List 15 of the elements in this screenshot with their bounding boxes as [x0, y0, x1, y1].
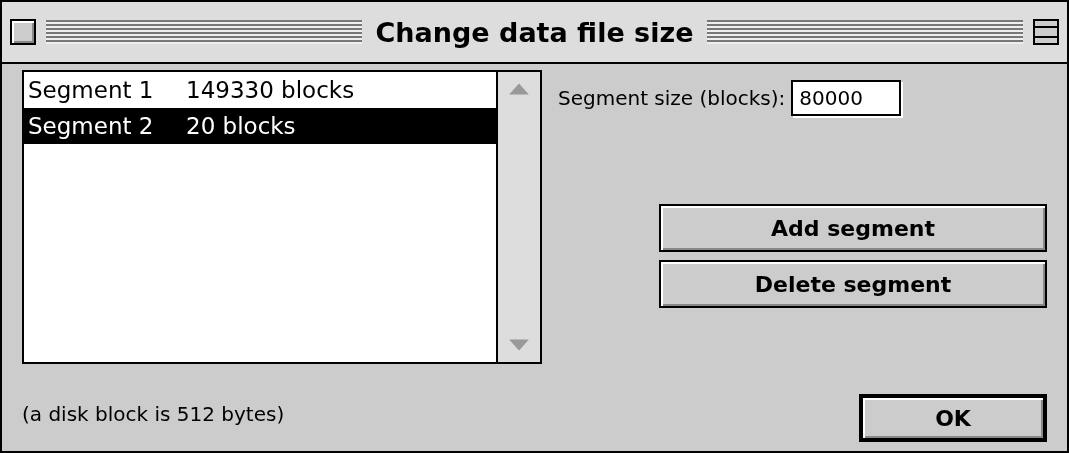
note-text: (a disk block is 512 bytes)	[22, 402, 286, 426]
dialog-button[interactable]: Delete segment	[659, 260, 1047, 308]
input-field[interactable]: 80000	[791, 80, 902, 116]
segment-name: Segment 1	[28, 77, 155, 103]
dialog-button[interactable]: Add segment	[659, 204, 1047, 252]
segment-size: 20 blocks	[186, 113, 296, 139]
collapse-box[interactable]	[1033, 19, 1059, 45]
list-item[interactable]: Segment 2 20 blocks	[24, 108, 496, 144]
list-item[interactable]: Segment 1 149330 blocks	[24, 72, 496, 108]
window-title: Change data file size	[374, 16, 695, 48]
field-label: Segment size (blocks):	[558, 86, 786, 110]
segment-name: Segment 2	[28, 113, 155, 139]
close-box[interactable]	[10, 19, 36, 45]
segment-size: 149330 blocks	[186, 77, 355, 103]
dialog-button[interactable]: OK	[859, 394, 1047, 442]
